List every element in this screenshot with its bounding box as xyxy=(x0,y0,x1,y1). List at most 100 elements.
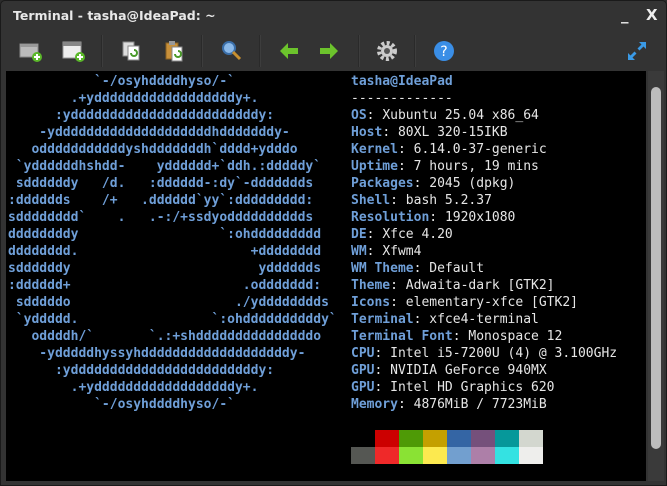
info-label: Packages xyxy=(351,176,414,191)
toolbar: ? xyxy=(1,33,666,69)
color-swatch xyxy=(519,447,543,464)
info-row: Packages: 2045 (dpkg) xyxy=(351,175,617,192)
info-row: Host: 80XL 320-15IKB xyxy=(351,124,617,141)
info-row: Terminal: xfce4-terminal xyxy=(351,311,617,328)
color-swatch xyxy=(351,430,375,447)
ascii-logo: `-/osyhddddhyso/-` .+ydddddddddddddddddd… xyxy=(8,74,337,412)
new-tab-button[interactable] xyxy=(17,37,45,65)
info-label: GPU xyxy=(351,380,375,395)
info-label: Terminal Font xyxy=(351,329,453,344)
minimize-button[interactable]: _ xyxy=(621,6,629,24)
color-swatch xyxy=(495,430,519,447)
info-row: Kernel: 6.14.0-37-generic xyxy=(351,141,617,158)
info-row: Resolution: 1920x1080 xyxy=(351,209,617,226)
next-tab-button[interactable] xyxy=(315,37,343,65)
info-row: WM: Xfwm4 xyxy=(351,243,617,260)
info-label: OS xyxy=(351,108,367,123)
scrollbar-thumb[interactable] xyxy=(651,87,661,449)
info-colon: : xyxy=(374,380,391,395)
color-swatch xyxy=(375,447,399,464)
info-colon: : xyxy=(413,312,430,327)
system-info: tasha@IdeaPad ------------- OS: Xubuntu … xyxy=(351,73,617,413)
color-swatch xyxy=(375,430,399,447)
info-row: Terminal Font: Monospace 12 xyxy=(351,328,617,345)
color-swatch xyxy=(399,430,423,447)
toolbar-separator xyxy=(201,35,203,67)
info-label: Kernel xyxy=(351,142,398,157)
color-swatch xyxy=(351,447,375,464)
title-bar: Terminal - tasha@IdeaPad: ~ _ X xyxy=(1,1,666,31)
info-colon: : xyxy=(374,346,391,361)
terminal-output[interactable]: `-/osyhddddhyso/-` .+ydddddddddddddddddd… xyxy=(6,71,646,481)
gear-icon xyxy=(377,41,397,61)
info-value: Intel i5-7200U (4) @ 3.100GHz xyxy=(390,346,618,361)
info-value: 1920x1080 xyxy=(444,210,516,225)
terminal-window: Terminal - tasha@IdeaPad: ~ _ X ? `-/osy… xyxy=(0,0,667,486)
new-window-button[interactable] xyxy=(59,37,87,65)
info-row: Shell: bash 5.2.37 xyxy=(351,192,617,209)
info-row: Icons: elementary-xfce [GTK2] xyxy=(351,294,617,311)
info-label: DE xyxy=(351,227,367,242)
info-value: Monospace 12 xyxy=(468,329,563,344)
color-swatch xyxy=(519,430,543,447)
toolbar-separator xyxy=(101,35,103,67)
previous-tab-icon xyxy=(280,43,298,59)
info-label: Resolution xyxy=(351,210,430,225)
color-swatch xyxy=(423,430,447,447)
fullscreen-button[interactable] xyxy=(623,37,651,65)
close-button[interactable]: X xyxy=(646,6,658,24)
info-value: Adwaita-dark [GTK2] xyxy=(405,278,555,293)
info-label: CPU xyxy=(351,346,375,361)
info-colon: : xyxy=(374,363,391,378)
info-label: Terminal xyxy=(351,312,414,327)
color-swatch xyxy=(495,447,519,464)
info-row: GPU: NVIDIA GeForce 940MX xyxy=(351,362,617,379)
toolbar-separator xyxy=(358,35,360,67)
info-value: 80XL 320-15IKB xyxy=(397,125,508,140)
info-colon: : xyxy=(397,397,414,412)
info-colon: : xyxy=(429,210,445,225)
color-swatch xyxy=(399,447,423,464)
info-row: WM Theme: Default xyxy=(351,260,617,277)
info-colon: : xyxy=(413,261,430,276)
info-colon: : xyxy=(452,329,469,344)
paste-icon xyxy=(165,41,183,62)
next-tab-icon xyxy=(320,43,338,59)
info-label: Shell xyxy=(351,193,391,208)
paste-button[interactable] xyxy=(160,37,188,65)
info-row: Theme: Adwaita-dark [GTK2] xyxy=(351,277,617,294)
info-value: xfce4-terminal xyxy=(429,312,539,327)
color-swatch xyxy=(447,430,471,447)
color-swatch xyxy=(447,447,471,464)
info-colon: : xyxy=(366,108,383,123)
user-host: tasha@IdeaPad xyxy=(351,74,453,89)
color-palette xyxy=(351,430,543,464)
info-colon: : xyxy=(390,193,406,208)
info-colon: : xyxy=(397,159,414,174)
info-row: OS: Xubuntu 25.04 x86_64 xyxy=(351,107,617,124)
new-tab-icon xyxy=(19,43,42,62)
info-value: NVIDIA GeForce 940MX xyxy=(390,363,547,378)
info-label: Theme xyxy=(351,278,391,293)
info-label: Icons xyxy=(351,295,391,310)
info-label: Uptime xyxy=(351,159,398,174)
info-label: WM xyxy=(351,244,367,259)
info-label: Memory xyxy=(351,397,398,412)
new-window-icon xyxy=(62,41,85,62)
info-value: 2045 (dpkg) xyxy=(429,176,516,191)
info-row: CPU: Intel i5-7200U (4) @ 3.100GHz xyxy=(351,345,617,362)
help-button[interactable]: ? xyxy=(430,37,458,65)
info-row: Memory: 4876MiB / 7723MiB xyxy=(351,396,617,413)
previous-tab-button[interactable] xyxy=(275,37,303,65)
palette-row-normal xyxy=(351,430,543,447)
info-value: bash 5.2.37 xyxy=(405,193,492,208)
info-value: Xfwm4 xyxy=(382,244,422,259)
info-label: Host xyxy=(351,125,383,140)
find-button[interactable] xyxy=(217,37,245,65)
preferences-button[interactable] xyxy=(373,37,401,65)
color-swatch xyxy=(471,447,495,464)
copy-button[interactable] xyxy=(117,37,145,65)
info-colon: : xyxy=(382,125,398,140)
info-value: 6.14.0-37-generic xyxy=(413,142,547,157)
color-swatch xyxy=(471,430,495,447)
